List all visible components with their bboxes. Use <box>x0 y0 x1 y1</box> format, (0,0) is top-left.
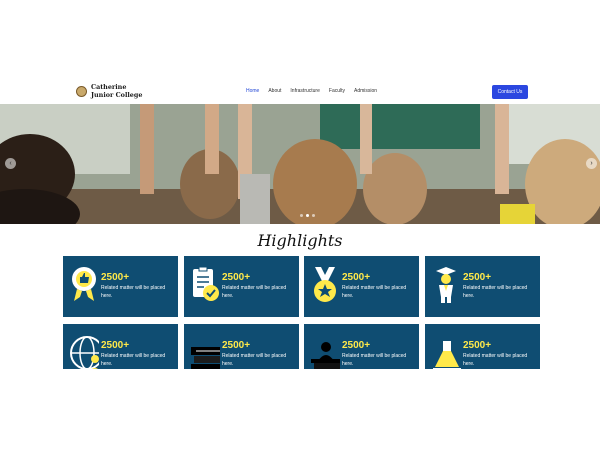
highlight-value: 2500+ <box>463 272 492 283</box>
graduate-icon <box>436 267 456 303</box>
brand-name-line2: Junior College <box>91 91 143 99</box>
nav-item-faculty[interactable]: Faculty <box>329 88 345 94</box>
highlight-card: 2500+ Related matter will be placed here… <box>304 324 419 369</box>
award-thumb-icon <box>72 267 96 301</box>
flask-icon <box>433 341 461 369</box>
slider-indicators <box>300 214 315 217</box>
slider-next-button[interactable]: › <box>586 158 597 169</box>
slider-dot[interactable] <box>300 214 303 217</box>
highlight-value: 2500+ <box>463 340 492 351</box>
nav-links: Home About Infrastructure Faculty Admiss… <box>246 88 377 94</box>
highlight-text: Related matter will be placed here. <box>101 285 166 299</box>
top-navbar: Catherine Junior College Home About Infr… <box>0 79 600 104</box>
highlight-text: Related matter will be placed here. <box>101 353 166 367</box>
highlight-text: Related matter will be placed here. <box>463 285 528 299</box>
nav-item-about[interactable]: About <box>268 88 281 94</box>
highlight-text: Related matter will be placed here. <box>342 353 407 367</box>
highlight-card: 2500+ Related matter will be placed here… <box>304 256 419 317</box>
college-logo-icon <box>76 85 87 97</box>
highlight-card: 2500+ Related matter will be placed here… <box>63 324 178 369</box>
nav-item-home[interactable]: Home <box>246 88 259 94</box>
highlight-value: 2500+ <box>101 340 130 351</box>
brand-name-line1: Catherine <box>91 83 127 91</box>
brand[interactable]: Catherine Junior College <box>76 83 142 99</box>
slider-dot-active[interactable] <box>306 214 309 217</box>
highlight-value: 2500+ <box>101 272 130 283</box>
highlight-text: Related matter will be placed here. <box>342 285 407 299</box>
highlight-text: Related matter will be placed here. <box>222 353 287 367</box>
slider-prev-button[interactable]: ‹ <box>5 158 16 169</box>
highlight-card: 2500+ Related matter will be placed here… <box>425 324 540 369</box>
highlight-card: 2500+ Related matter will be placed here… <box>63 256 178 317</box>
highlight-text: Related matter will be placed here. <box>222 285 287 299</box>
section-title-highlights: Highlights <box>257 231 343 250</box>
highlight-value: 2500+ <box>342 272 371 283</box>
highlight-value: 2500+ <box>342 340 371 351</box>
nav-item-infrastructure[interactable]: Infrastructure <box>290 88 319 94</box>
books-icon <box>191 347 220 369</box>
globe-person-icon <box>70 336 99 369</box>
hero-banner-image <box>0 104 600 224</box>
highlight-value: 2500+ <box>222 272 251 283</box>
brand-name: Catherine Junior College <box>91 83 142 99</box>
highlight-card: 2500+ Related matter will be placed here… <box>184 324 299 369</box>
nav-item-admission[interactable]: Admission <box>354 88 377 94</box>
clipboard-check-icon <box>193 266 219 301</box>
teacher-desk-icon <box>311 342 340 369</box>
medal-star-icon <box>314 267 336 302</box>
slider-dot[interactable] <box>312 214 315 217</box>
highlight-card: 2500+ Related matter will be placed here… <box>184 256 299 317</box>
classroom-photo <box>0 104 600 224</box>
highlight-value: 2500+ <box>222 340 251 351</box>
contact-us-button[interactable]: Contact Us <box>492 85 528 99</box>
highlight-card: 2500+ Related matter will be placed here… <box>425 256 540 317</box>
highlight-text: Related matter will be placed here. <box>463 353 528 367</box>
